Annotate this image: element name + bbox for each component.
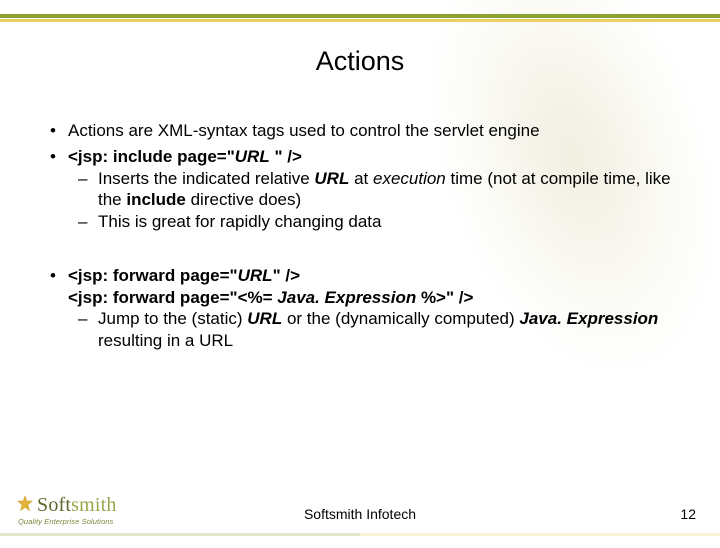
bullet-3-sub-1: Jump to the (static) URL or the (dynamic… — [68, 308, 680, 352]
bullet-2-sub-1: Inserts the indicated relative URL at ex… — [68, 168, 680, 212]
bottom-rule — [0, 533, 720, 536]
jsp-forward-code-1: <jsp: forward page="URL" /> — [68, 266, 300, 285]
jsp-include-code: <jsp: include page="URL " /> — [68, 147, 302, 166]
jsp-forward-code-2: <jsp: forward page="<%= Java. Expression… — [68, 288, 473, 307]
top-rule-yellow — [0, 19, 720, 22]
footer-text: Softsmith Infotech — [0, 506, 720, 522]
bullet-2-sub-2: This is great for rapidly changing data — [68, 211, 680, 233]
bullet-1: Actions are XML-syntax tags used to cont… — [46, 120, 680, 142]
slide-title: Actions — [0, 46, 720, 77]
bullet-1-text: Actions are XML-syntax tags used to cont… — [68, 121, 540, 140]
slide-body: Actions are XML-syntax tags used to cont… — [46, 120, 680, 356]
bullet-2: <jsp: include page="URL " /> Inserts the… — [46, 146, 680, 233]
page-number: 12 — [680, 506, 696, 522]
bullet-3: <jsp: forward page="URL" /> <jsp: forwar… — [46, 265, 680, 352]
top-rule-green — [0, 14, 720, 18]
